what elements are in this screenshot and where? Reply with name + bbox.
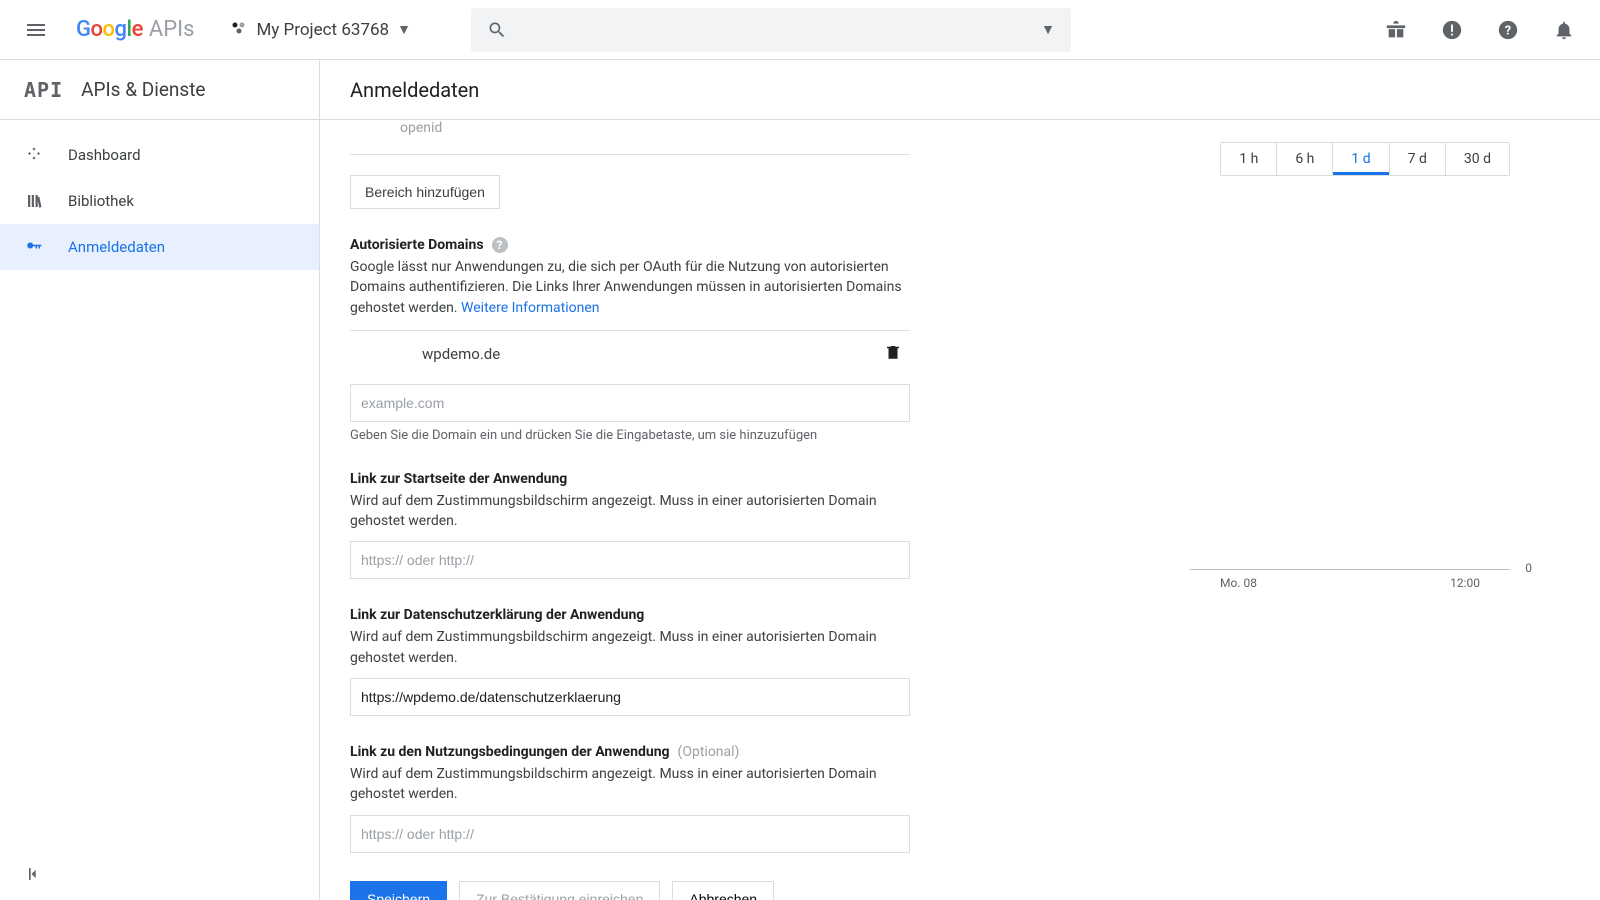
privacy-link-title: Link zur Datenschutzerklärung der Anwend… <box>350 607 910 623</box>
sidebar-item-label: Bibliothek <box>68 192 134 210</box>
time-seg-30d[interactable]: 30 d <box>1446 143 1509 175</box>
terms-link-title: Link zu den Nutzungsbedingungen der Anwe… <box>350 744 670 760</box>
new-domain-hint: Geben Sie die Domain ein und drücken Sie… <box>350 428 910 443</box>
chevron-down-icon: ▼ <box>397 21 411 38</box>
axis-label-right: 12:00 <box>1450 576 1480 590</box>
project-picker[interactable]: My Project 63768 ▼ <box>218 12 423 48</box>
google-apis-logo[interactable]: Google APIs <box>68 17 202 42</box>
time-seg-7d[interactable]: 7 d <box>1390 143 1446 175</box>
home-link-input[interactable] <box>350 541 910 579</box>
sidebar-title[interactable]: API APIs & Dienste <box>0 60 319 120</box>
sidebar: API APIs & Dienste Dashboard Bibliothek <box>0 60 320 900</box>
time-seg-1d[interactable]: 1 d <box>1333 143 1389 175</box>
terms-link-desc: Wird auf dem Zustimmungsbildschirm angez… <box>350 764 910 805</box>
domain-value: wpdemo.de <box>422 345 500 363</box>
search-icon <box>487 20 507 40</box>
project-name: My Project 63768 <box>256 20 389 40</box>
privacy-link-desc: Wird auf dem Zustimmungsbildschirm angez… <box>350 627 910 668</box>
key-icon <box>24 238 44 256</box>
terms-link-input[interactable] <box>350 815 910 853</box>
time-range-picker: 1 h 6 h 1 d 7 d 30 d <box>1220 142 1510 176</box>
api-badge: API <box>24 78 63 102</box>
new-domain-input[interactable] <box>350 384 910 422</box>
apis-logo-text: APIs <box>149 17 195 42</box>
authorized-domains-desc: Google lässt nur Anwendungen zu, die sic… <box>350 257 910 318</box>
help-icon[interactable]: ? <box>1484 6 1532 54</box>
help-tooltip-icon[interactable]: ? <box>492 237 508 253</box>
search-dropdown-icon[interactable]: ▼ <box>1041 21 1055 38</box>
sidebar-item-dashboard[interactable]: Dashboard <box>0 132 319 178</box>
svg-text:?: ? <box>1505 23 1511 38</box>
axis-zero: 0 <box>1525 561 1532 575</box>
submit-verification-button[interactable]: Zur Bestätigung einreichen <box>459 881 660 900</box>
optional-tag: (Optional) <box>678 744 740 760</box>
app-header: Google APIs My Project 63768 ▼ ▼ ? <box>0 0 1600 60</box>
home-link-title: Link zur Startseite der Anwendung <box>350 471 910 487</box>
sidebar-title-text: APIs & Dienste <box>81 78 205 101</box>
axis-label-left: Mo. 08 <box>1220 576 1257 590</box>
privacy-link-input[interactable] <box>350 678 910 716</box>
time-seg-1h[interactable]: 1 h <box>1221 143 1277 175</box>
cancel-button[interactable]: Abbrechen <box>672 881 774 900</box>
form-column: openid Bereich hinzufügen Autorisierte D… <box>350 120 910 870</box>
sidebar-item-library[interactable]: Bibliothek <box>0 178 319 224</box>
time-seg-6h[interactable]: 6 h <box>1277 143 1333 175</box>
right-column: 1 h 6 h 1 d 7 d 30 d 0 Mo. 08 12:00 <box>910 120 1570 870</box>
notifications-icon[interactable] <box>1540 6 1588 54</box>
scope-openid: openid <box>350 120 910 155</box>
dashboard-icon <box>24 146 44 164</box>
project-icon <box>230 19 248 41</box>
add-scope-button[interactable]: Bereich hinzufügen <box>350 175 500 209</box>
search-input[interactable] <box>519 21 1029 38</box>
hamburger-menu-icon[interactable] <box>12 6 60 54</box>
save-button[interactable]: Speichern <box>350 881 447 900</box>
more-info-link[interactable]: Weitere Informationen <box>461 300 599 316</box>
collapse-sidebar-icon[interactable] <box>24 864 44 888</box>
sidebar-item-label: Dashboard <box>68 146 141 164</box>
gift-icon[interactable] <box>1372 6 1420 54</box>
library-icon <box>24 192 44 210</box>
alert-icon[interactable] <box>1428 6 1476 54</box>
authorized-domains-title: Autorisierte Domains <box>350 237 484 253</box>
chart-axis: 0 Mo. 08 12:00 <box>1190 569 1510 590</box>
domain-row: wpdemo.de <box>350 330 910 378</box>
sidebar-item-label: Anmeldedaten <box>68 238 165 256</box>
home-link-desc: Wird auf dem Zustimmungsbildschirm angez… <box>350 491 910 532</box>
sidebar-item-credentials[interactable]: Anmeldedaten <box>0 224 319 270</box>
page-title: Anmeldedaten <box>320 60 1600 120</box>
search-bar[interactable]: ▼ <box>471 8 1071 52</box>
trash-icon[interactable] <box>884 343 902 365</box>
google-logo-text: Google <box>76 17 143 42</box>
